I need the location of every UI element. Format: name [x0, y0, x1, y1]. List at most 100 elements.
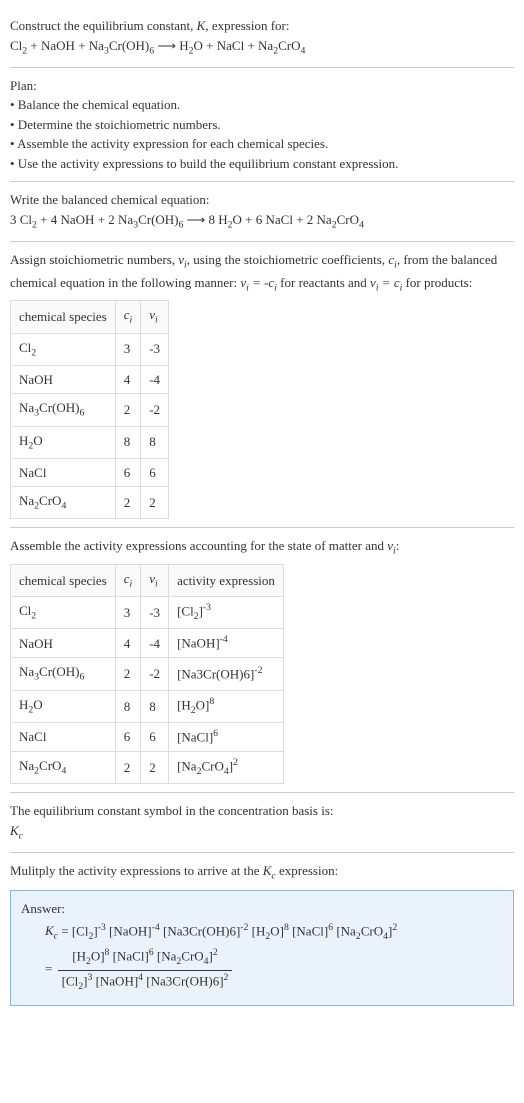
td: [Na2CrO4]2 [169, 751, 284, 784]
table-row: H2O88 [11, 426, 169, 458]
answer-header: Answer: [21, 899, 503, 919]
intro-section: Construct the equilibrium constant, K, e… [10, 8, 514, 68]
t: Cr(OH) [109, 38, 149, 53]
table-row: Cl23-3[Cl2]-3 [11, 596, 284, 629]
table-row: NaCl66 [11, 458, 169, 487]
table-row: NaCl66[NaCl]6 [11, 723, 284, 752]
table-row: Cl23-3 [11, 333, 169, 365]
t: = [45, 961, 56, 976]
table-row: NaOH4-4[NaOH]-4 [11, 629, 284, 658]
ci: ci [388, 252, 397, 267]
t: Assign stoichiometric numbers, [10, 252, 178, 267]
table-header-row: chemical species ci νi [11, 301, 169, 333]
td: 2 [115, 394, 141, 426]
intro-equation: Cl2 + NaOH + Na3Cr(OH)6 ⟶ H2O + NaCl + N… [10, 36, 514, 59]
table-header-row: chemical species ci νi activity expressi… [11, 564, 284, 596]
t: , using the stoichiometric coefficients, [187, 252, 389, 267]
td: 2 [141, 487, 169, 519]
eq: νi = ci [370, 275, 402, 290]
t: expression: [276, 863, 338, 878]
t: 3 Cl [10, 212, 32, 227]
sub: 4 [359, 219, 364, 230]
assemble-section: Assemble the activity expressions accoun… [10, 528, 514, 793]
td: Na2CrO4 [11, 487, 116, 519]
td: H2O [11, 426, 116, 458]
td: 8 [141, 426, 169, 458]
denominator: [Cl2]3 [NaOH]4 [Na3Cr(OH)6]2 [58, 971, 233, 995]
answer-eq-line1: Kc = [Cl2]-3 [NaOH]-4 [Na3Cr(OH)6]-2 [H2… [21, 921, 503, 945]
td: 2 [115, 751, 141, 784]
td: 8 [141, 690, 169, 723]
td: Cl2 [11, 596, 116, 629]
td: 3 [115, 596, 141, 629]
kc-text: The equilibrium constant symbol in the c… [10, 801, 514, 821]
td: NaOH [11, 629, 116, 658]
t: + 4 NaOH + 2 Na [37, 212, 133, 227]
t: = [Cl [58, 923, 88, 938]
multiply-section: Mulitply the activity expressions to arr… [10, 853, 514, 1013]
td: -2 [141, 394, 169, 426]
td: -4 [141, 629, 169, 658]
td: [H2O]8 [169, 690, 284, 723]
kc-section: The equilibrium constant symbol in the c… [10, 793, 514, 853]
td: 8 [115, 690, 141, 723]
td: 6 [141, 458, 169, 487]
th: νi [141, 301, 169, 333]
fraction: [H2O]8 [NaCl]6 [Na2CrO4]2 [Cl2]3 [NaOH]4… [58, 946, 233, 994]
table-row: NaOH4-4 [11, 365, 169, 394]
activity-table: chemical species ci νi activity expressi… [10, 564, 284, 785]
th: chemical species [11, 564, 116, 596]
td: Cl2 [11, 333, 116, 365]
td: [NaCl]6 [169, 723, 284, 752]
th: ci [115, 301, 141, 333]
table-row: Na2CrO422 [11, 487, 169, 519]
plan-header: Plan: [10, 76, 514, 96]
balanced-equation: 3 Cl2 + 4 NaOH + 2 Na3Cr(OH)6 ⟶ 8 H2O + … [10, 210, 514, 233]
balanced-header: Write the balanced chemical equation: [10, 190, 514, 210]
balanced-section: Write the balanced chemical equation: 3 … [10, 182, 514, 242]
table-row: Na2CrO422[Na2CrO4]2 [11, 751, 284, 784]
t: CrO [278, 38, 300, 53]
td: [NaOH]-4 [169, 629, 284, 658]
td: [Cl2]-3 [169, 596, 284, 629]
plan-bullet: • Determine the stoichiometric numbers. [10, 115, 514, 135]
plan-bullet: • Balance the chemical equation. [10, 95, 514, 115]
stoich-table: chemical species ci νi Cl23-3 NaOH4-4 Na… [10, 300, 169, 519]
t: : [396, 538, 400, 553]
td: 3 [115, 333, 141, 365]
th: ci [115, 564, 141, 596]
plan-bullet: • Assemble the activity expression for e… [10, 134, 514, 154]
kc-symbol: Kc [10, 821, 514, 844]
t: O + NaCl + Na [194, 38, 274, 53]
t: Mulitply the activity expressions to arr… [10, 863, 263, 878]
td: 2 [115, 487, 141, 519]
td: 2 [141, 751, 169, 784]
assemble-text: Assemble the activity expressions accoun… [10, 536, 514, 559]
td: 6 [115, 458, 141, 487]
t: for reactants and [277, 275, 370, 290]
td: 4 [115, 365, 141, 394]
t: , expression for: [205, 18, 289, 33]
t: + NaOH + Na [27, 38, 104, 53]
th: νi [141, 564, 169, 596]
th: chemical species [11, 301, 116, 333]
td: [Na3Cr(OH)6]-2 [169, 658, 284, 690]
multiply-text: Mulitply the activity expressions to arr… [10, 861, 514, 884]
td: NaCl [11, 458, 116, 487]
td: 6 [115, 723, 141, 752]
assign-section: Assign stoichiometric numbers, νi, using… [10, 242, 514, 529]
intro-line1: Construct the equilibrium constant, K, e… [10, 16, 514, 36]
t: CrO [337, 212, 359, 227]
t: for products: [402, 275, 472, 290]
t: ⟶ H [154, 38, 189, 53]
td: -4 [141, 365, 169, 394]
nu: νi [178, 252, 187, 267]
t: Assemble the activity expressions accoun… [10, 538, 387, 553]
t: Construct the equilibrium constant, [10, 18, 197, 33]
td: -3 [141, 333, 169, 365]
plan-section: Plan: • Balance the chemical equation. •… [10, 68, 514, 183]
t: ⟶ 8 H [183, 212, 227, 227]
nu: νi [387, 538, 396, 553]
plan-bullet: • Use the activity expressions to build … [10, 154, 514, 174]
numerator: [H2O]8 [NaCl]6 [Na2CrO4]2 [58, 946, 233, 971]
